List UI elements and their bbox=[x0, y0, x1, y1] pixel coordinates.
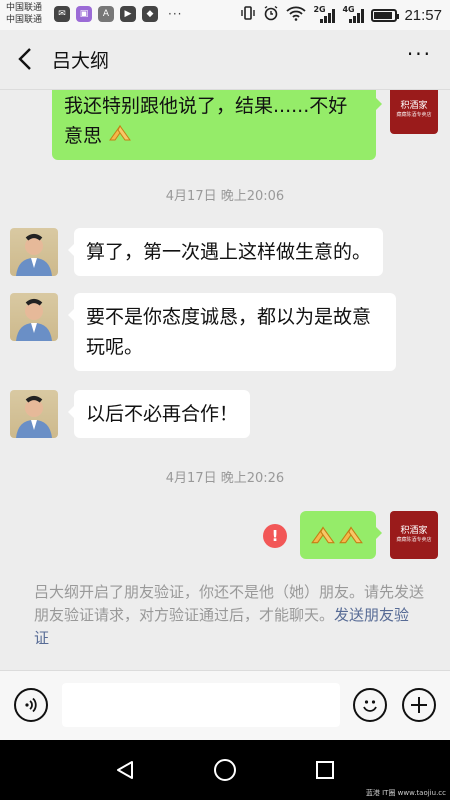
nav-back-button[interactable] bbox=[110, 755, 140, 785]
my-avatar[interactable]: 积酒家 藏藏陈酒专卖店 bbox=[390, 90, 438, 134]
alarm-icon bbox=[263, 5, 279, 25]
voice-icon bbox=[25, 697, 37, 713]
brand-avatar-sub: 藏藏陈酒专卖店 bbox=[396, 537, 432, 543]
brand-avatar-name: 积酒家 bbox=[400, 526, 428, 536]
praying-hands-icon bbox=[102, 125, 132, 147]
praying-hands-icon bbox=[310, 523, 336, 554]
carrier-labels: 中国联通 中国联通 bbox=[6, 2, 42, 26]
wechat-notification-icon: ✉ bbox=[54, 6, 70, 22]
praying-hands-icon bbox=[338, 523, 364, 554]
status-bar: 中国联通 中国联通 ✉ ▣ A ▶ ◆ ··· 2G 4G 21:57 bbox=[0, 0, 450, 30]
plus-icon bbox=[411, 697, 427, 713]
circle-home-icon bbox=[214, 759, 236, 781]
wifi-icon bbox=[286, 5, 307, 25]
more-options-button[interactable]: ··· bbox=[407, 42, 432, 66]
message-bubble-incoming[interactable]: 要不是你态度诚恳，都以为是故意玩呢。 bbox=[68, 293, 396, 371]
message-text: 以后不必再合作！ bbox=[86, 403, 239, 425]
message-timestamp: 4月17日 晚上20:06 bbox=[165, 189, 285, 204]
smiley-icon bbox=[363, 700, 377, 712]
back-button[interactable] bbox=[10, 44, 40, 74]
notification-icons: ✉ ▣ A ▶ ◆ ··· bbox=[54, 6, 182, 22]
signal-2g-icon: 2G bbox=[313, 5, 336, 23]
voice-input-button[interactable] bbox=[14, 688, 48, 722]
vibrate-icon bbox=[240, 5, 256, 25]
contact-avatar[interactable] bbox=[10, 390, 58, 438]
shield-notification-icon: ◆ bbox=[142, 6, 158, 22]
chevron-left-icon bbox=[18, 48, 31, 70]
chat-title: 吕大纲 bbox=[52, 50, 110, 72]
watermark: 蓝港 IT圈 www.taojiu.cc bbox=[365, 789, 446, 797]
message-list[interactable]: 我还特别跟他说了，结果......不好意思 积酒家 藏藏陈酒专卖店 4月17日 … bbox=[0, 90, 450, 670]
signal-4g-icon: 4G bbox=[342, 5, 365, 23]
message-text: 算了，第一次遇上这样做生意的。 bbox=[86, 241, 372, 263]
emoji-button[interactable] bbox=[353, 688, 387, 722]
contact-avatar[interactable] bbox=[10, 228, 58, 276]
chat-header: 吕大纲 ··· bbox=[0, 30, 450, 90]
brand-avatar-sub: 藏藏陈酒专卖店 bbox=[396, 112, 432, 118]
carrier-2: 中国联通 bbox=[6, 15, 43, 25]
send-failed-icon[interactable]: ! bbox=[263, 524, 287, 548]
message-bubble-incoming[interactable]: 以后不必再合作！ bbox=[67, 390, 251, 438]
my-avatar[interactable]: 积酒家 藏藏陈酒专卖店 bbox=[390, 511, 438, 559]
message-timestamp: 4月17日 晚上20:26 bbox=[165, 471, 285, 486]
message-bubble-outgoing[interactable]: 我还特别跟他说了，结果......不好意思 bbox=[52, 90, 382, 160]
gallery-notification-icon: ▣ bbox=[76, 6, 92, 22]
more-functions-button[interactable] bbox=[402, 688, 436, 722]
contact-avatar[interactable] bbox=[10, 293, 58, 341]
message-input[interactable] bbox=[62, 683, 340, 727]
message-bubble-incoming[interactable]: 算了，第一次遇上这样做生意的。 bbox=[67, 228, 384, 276]
clock: 21:57 bbox=[404, 6, 442, 24]
system-navigation-bar: 蓝港 IT圈 www.taojiu.cc bbox=[0, 740, 450, 800]
message-text: 要不是你态度诚恳，都以为是故意玩呢。 bbox=[86, 306, 372, 358]
brand-avatar-name: 积酒家 bbox=[400, 101, 428, 111]
friend-verification-notice: 吕大纲开启了朋友验证，你还不是他（她）朋友。请先发送朋友验证请求，对方验证通过后… bbox=[34, 581, 424, 650]
input-bar bbox=[0, 670, 450, 740]
square-recents-icon bbox=[316, 761, 334, 779]
triangle-back-icon bbox=[117, 761, 133, 779]
more-notifications-icon: ··· bbox=[168, 7, 183, 21]
carrier-1: 中国联通 bbox=[6, 3, 43, 13]
nav-recents-button[interactable] bbox=[310, 755, 340, 785]
nav-home-button[interactable] bbox=[210, 755, 240, 785]
message-bubble-outgoing[interactable] bbox=[300, 511, 382, 559]
app-notification-icon: A bbox=[98, 6, 114, 22]
battery-icon bbox=[371, 8, 400, 22]
video-notification-icon: ▶ bbox=[120, 6, 136, 22]
